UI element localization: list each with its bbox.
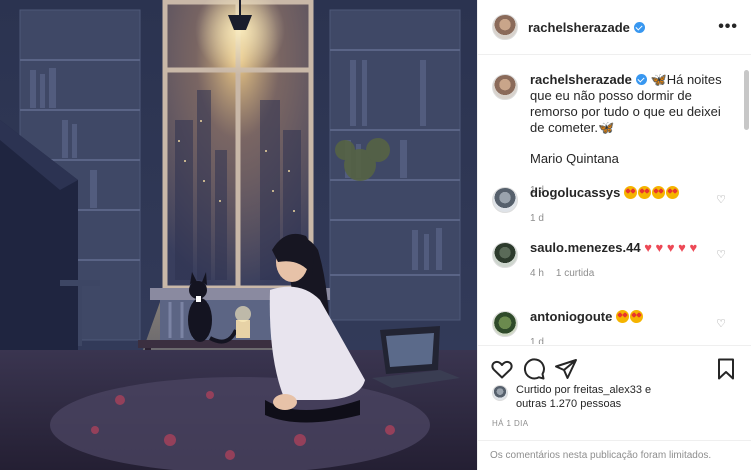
liker-avatar[interactable] (492, 385, 508, 401)
comment-text: saulo.menezes.44 ♥ ♥ ♥ ♥ ♥ (530, 240, 726, 256)
comments-scrollbar[interactable] (744, 70, 749, 130)
comment-like-heart-icon[interactable]: ♡ (716, 193, 726, 206)
verified-badge-icon (633, 21, 645, 33)
comment-text: diogolucassys (530, 185, 726, 201)
post-illustration (0, 0, 477, 470)
comment-like-heart-icon[interactable]: ♡ (716, 317, 726, 330)
butterfly-emoji-icon: 🦋 (650, 72, 667, 87)
caption-avatar[interactable] (492, 74, 518, 100)
comment-meta: 4 h 1 curtida (530, 266, 726, 282)
comment-username[interactable]: antoniogoute (530, 309, 612, 324)
more-options-icon[interactable]: ••• (718, 18, 738, 36)
commenter-avatar[interactable] (492, 242, 518, 268)
comment-username[interactable]: diogolucassys (530, 185, 620, 200)
commenter-avatar[interactable] (492, 311, 518, 337)
comment-time[interactable]: 1 d (530, 337, 544, 344)
comments-list[interactable]: rachelsherazade 🦋Há noites que eu não po… (478, 56, 744, 344)
heart-eyes-emoji-icon (615, 309, 644, 324)
comment-text: antoniogoute (530, 309, 726, 325)
comment-item: diogolucassys 1 d (492, 185, 726, 227)
likes-line-2[interactable]: outras 1.270 pessoas (516, 397, 651, 411)
post-timestamp[interactable]: HÁ 1 DIA (492, 419, 529, 428)
caption-username[interactable]: rachelsherazade (530, 72, 632, 87)
commenter-avatar[interactable] (492, 187, 518, 213)
comment-time[interactable]: 4 h (530, 268, 544, 279)
comment-meta: 1 d (530, 211, 726, 227)
comment-meta: 1 d (530, 335, 726, 344)
bookmark-icon[interactable] (714, 357, 738, 381)
post-side-panel: rachelsherazade ••• rachelsherazade 🦋Há … (477, 0, 751, 470)
caption-signature: Mario Quintana (530, 151, 619, 166)
likes-line-1[interactable]: Curtido por freitas_alex33 e (516, 383, 651, 397)
post-header: rachelsherazade ••• (478, 0, 751, 55)
comment-like-count[interactable]: 1 curtida (556, 268, 594, 279)
comment-item: antoniogoute 1 d (492, 309, 726, 344)
red-heart-emoji-icon: ♥ ♥ ♥ ♥ ♥ (644, 240, 698, 255)
comment-time[interactable]: 1 d (530, 213, 544, 224)
share-icon[interactable] (554, 357, 578, 381)
comments-limited-notice: Os comentários nesta publicação foram li… (478, 440, 751, 470)
caption-text: rachelsherazade 🦋Há noites que eu não po… (530, 72, 726, 136)
butterfly-emoji-icon: 🦋 (597, 120, 615, 135)
caption-item: rachelsherazade 🦋Há noites que eu não po… (492, 72, 726, 199)
author-avatar[interactable] (492, 14, 518, 40)
comment-like-heart-icon[interactable]: ♡ (716, 248, 726, 261)
comment-icon[interactable] (522, 357, 546, 381)
post-image[interactable] (0, 0, 477, 470)
comment-username[interactable]: saulo.menezes.44 (530, 240, 641, 255)
heart-outline-icon[interactable] (490, 357, 514, 381)
comment-item: saulo.menezes.44 ♥ ♥ ♥ ♥ ♥ 4 h 1 curtida (492, 240, 726, 282)
likes-summary: Curtido por freitas_alex33 e outras 1.27… (492, 383, 651, 411)
verified-badge-icon (635, 74, 647, 85)
heart-eyes-emoji-icon (623, 185, 680, 200)
author-username[interactable]: rachelsherazade (528, 20, 630, 35)
